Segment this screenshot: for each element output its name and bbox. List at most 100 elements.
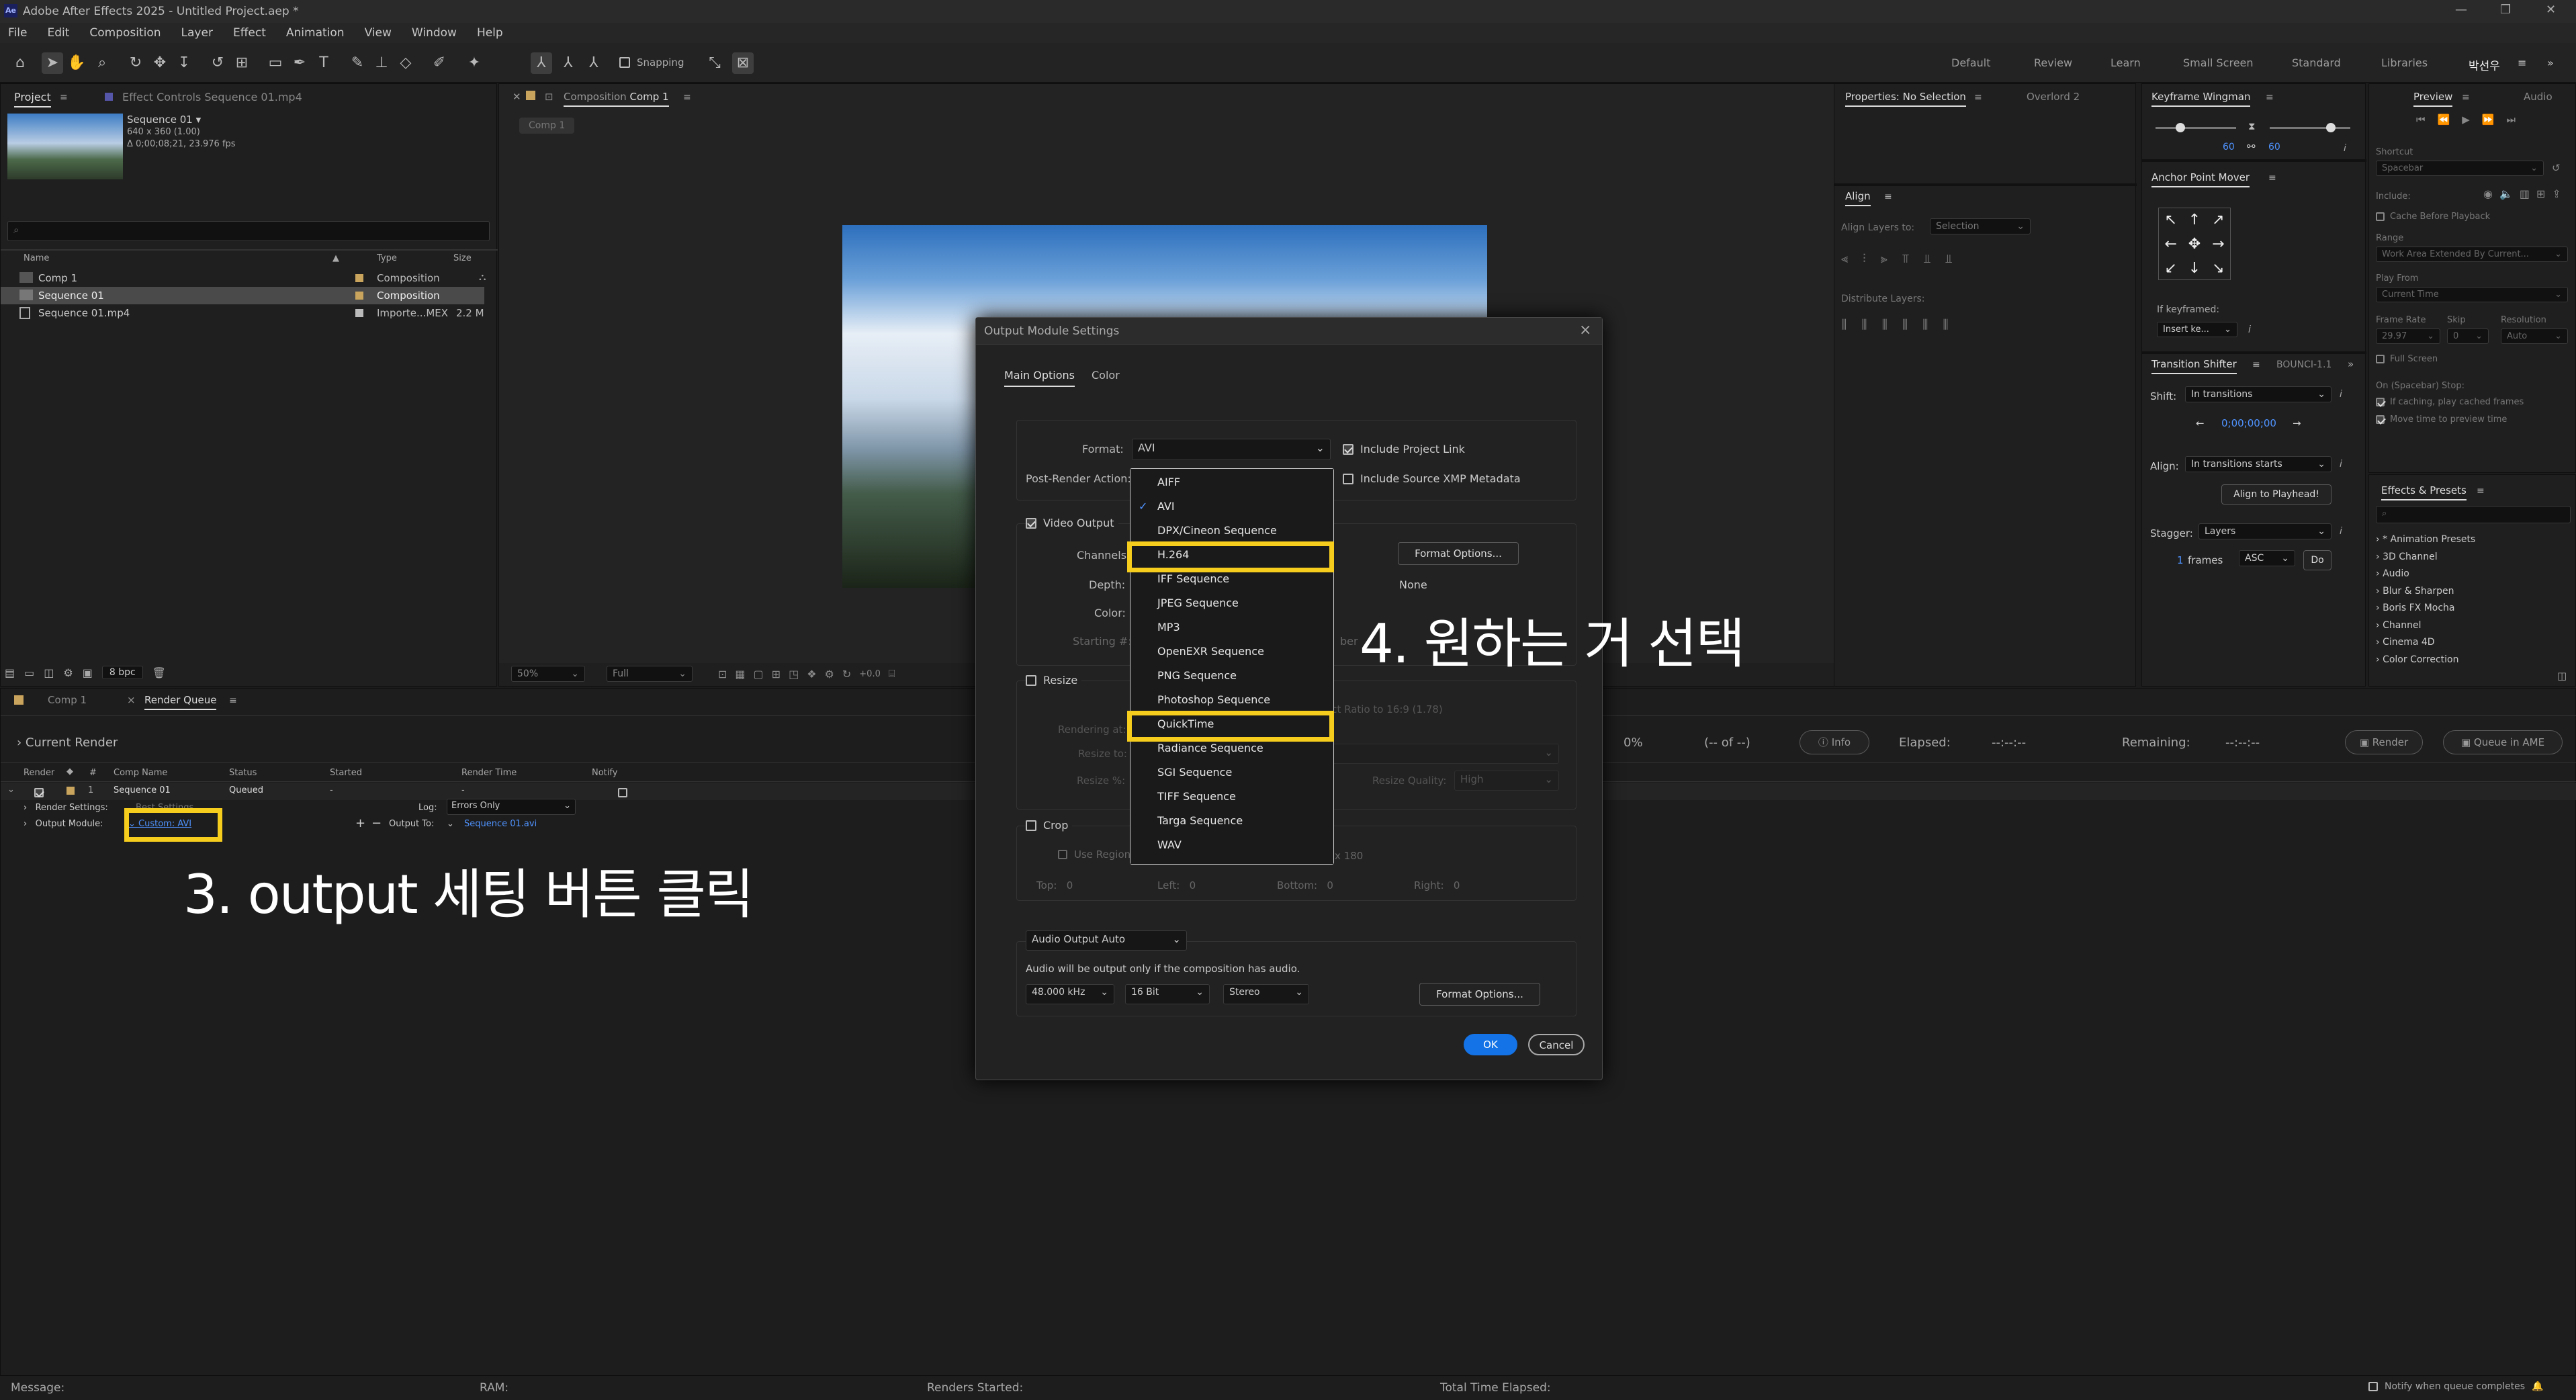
audio-include-icon[interactable]: 🔈 xyxy=(2499,187,2513,200)
anchor-top-icon[interactable]: ↑ xyxy=(2182,208,2206,232)
menu-effect[interactable]: Effect xyxy=(233,26,266,40)
render-queue-menu-icon[interactable]: ≡ xyxy=(229,695,237,706)
last-frame-icon[interactable]: ⏭ xyxy=(2506,114,2516,126)
skip-dropdown[interactable]: 0 ⌄ xyxy=(2447,329,2489,344)
dist-hcenter-icon[interactable]: ⫼ xyxy=(1922,318,1928,332)
axis-world-icon[interactable]: ⅄ xyxy=(558,52,579,74)
stagger-frames-value[interactable]: 1 xyxy=(2177,554,2184,566)
quality-dropdown[interactable]: Full ⌄ xyxy=(607,666,693,682)
effects-item[interactable]: › * Animation Presets xyxy=(2376,531,2475,549)
new-folder-icon[interactable]: ◫ xyxy=(2557,670,2567,682)
region-of-interest-icon[interactable]: ⊡ xyxy=(718,668,727,681)
rq-col-status[interactable]: Status xyxy=(229,768,257,778)
current-render-header[interactable]: › Current Render xyxy=(17,736,118,750)
guides-icon[interactable]: ⊞ xyxy=(772,668,781,681)
rq-col-render-time[interactable]: Render Time xyxy=(461,768,517,778)
anchor-tool-icon[interactable]: ⊞ xyxy=(231,52,253,74)
tab-color[interactable]: Color xyxy=(1092,369,1120,382)
ease-in-value[interactable]: 60 xyxy=(2223,142,2235,152)
cancel-button[interactable]: Cancel xyxy=(1528,1034,1585,1055)
rq-col-num[interactable]: # xyxy=(89,768,97,778)
full-screen-row[interactable]: Full Screen xyxy=(2376,354,2438,364)
eraser-tool-icon[interactable]: ◇ xyxy=(395,52,416,74)
selection-tool-icon[interactable]: ➤ xyxy=(42,52,63,74)
format-option-selected[interactable]: AVI xyxy=(1157,500,1175,513)
rq-col-notify[interactable]: Notify xyxy=(592,768,617,778)
workspace-default[interactable]: Default xyxy=(1951,56,1990,69)
anchor-top-right-icon[interactable]: ↗ xyxy=(2207,208,2230,232)
row-label-color[interactable] xyxy=(66,787,75,795)
anchor-bottom-right-icon[interactable]: ↘ xyxy=(2207,257,2230,281)
dist-left-icon[interactable]: ⫼ xyxy=(1902,318,1908,332)
format-option[interactable]: JPEG Sequence xyxy=(1157,597,1239,609)
format-option[interactable]: DPX/Cineon Sequence xyxy=(1157,524,1277,537)
video-format-options-button[interactable]: Format Options... xyxy=(1398,542,1519,565)
workspace-libraries[interactable]: Libraries xyxy=(2381,56,2428,69)
project-menu-icon[interactable]: ≡ xyxy=(60,92,68,103)
workspace-learn[interactable]: Learn xyxy=(2111,56,2141,69)
first-frame-icon[interactable]: ⏮ xyxy=(2416,114,2426,126)
add-output-icon[interactable]: + xyxy=(355,816,365,830)
channel-icon[interactable]: ❖ xyxy=(807,668,816,681)
time-prev-icon[interactable]: ← xyxy=(2196,417,2205,429)
info-icon[interactable]: 𝑖 xyxy=(2344,142,2346,154)
include-xmp-row[interactable]: Include Source XMP Metadata xyxy=(1343,472,1521,485)
maximize-icon[interactable]: ❐ xyxy=(2500,3,2511,17)
format-dropdown[interactable]: AVI ⌄ xyxy=(1132,439,1331,460)
align-vcenter-icon[interactable]: ⫫ xyxy=(1924,252,1930,266)
align-selection-dropdown[interactable]: Selection ⌄ xyxy=(1930,218,2031,234)
do-button[interactable]: Do xyxy=(2303,550,2331,570)
tab-effects-presets[interactable]: Effects & Presets xyxy=(2381,484,2467,500)
stagger-info-icon[interactable]: 𝑖 xyxy=(2340,525,2342,537)
adjust-icon[interactable]: ⚙ xyxy=(63,666,73,679)
shift-dropdown[interactable]: In transitions ⌄ xyxy=(2185,386,2331,402)
new-folder-icon[interactable]: ▭ xyxy=(24,666,34,679)
camera-icon[interactable]: ⌸ xyxy=(889,667,895,681)
shortcut-dropdown[interactable]: Spacebar ⌄ xyxy=(2376,161,2544,176)
time-next-icon[interactable]: → xyxy=(2293,417,2301,429)
resize-to-dropdown[interactable]: ⌄ xyxy=(1331,744,1559,764)
tab-properties[interactable]: Properties: No Selection xyxy=(1845,91,1966,107)
expand-icon[interactable]: ⌄ xyxy=(7,785,15,795)
render-checkbox[interactable] xyxy=(34,787,44,797)
effects-item[interactable]: › Blur & Sharpen xyxy=(2376,583,2475,601)
workspace-review[interactable]: Review xyxy=(2034,56,2072,69)
resize-quality-dropdown[interactable]: High ⌄ xyxy=(1454,771,1559,791)
prev-frame-icon[interactable]: ⏪ xyxy=(2438,114,2450,126)
align-info-icon[interactable]: 𝑖 xyxy=(2340,457,2342,470)
move-time-row[interactable]: Move time to preview time xyxy=(2376,414,2507,425)
format-option[interactable]: IFF Sequence xyxy=(1157,572,1229,585)
tab-effect-controls[interactable]: Effect Controls Sequence 01.mp4 xyxy=(105,91,302,103)
output-to-dropdown-icon[interactable]: ⌄ xyxy=(447,819,454,829)
dialog-close-icon[interactable]: × xyxy=(1579,322,1591,339)
shift-time-value[interactable]: 0;00;00;00 xyxy=(2221,417,2276,429)
effects-item[interactable]: › 3D Channel xyxy=(2376,549,2475,566)
project-item[interactable]: Comp 1 Composition ⛬ xyxy=(1,269,498,287)
interpret-footage-icon[interactable]: ▤ xyxy=(5,666,15,679)
stagger-dropdown[interactable]: Layers ⌄ xyxy=(2199,523,2331,539)
close-icon[interactable]: ✕ xyxy=(2546,3,2556,17)
shift-info-icon[interactable]: 𝑖 xyxy=(2340,388,2342,400)
log-dropdown[interactable]: Errors Only ⌄ xyxy=(447,799,576,815)
pan-tool-icon[interactable]: ✥ xyxy=(149,52,171,74)
anchor-bottom-icon[interactable]: ↓ xyxy=(2182,257,2206,281)
tab-composition[interactable]: Composition Comp 1 xyxy=(564,91,669,107)
home-icon[interactable]: ⌂ xyxy=(9,52,31,74)
next-frame-icon[interactable]: ⏩ xyxy=(2482,114,2495,126)
project-search-input[interactable]: ⌕ xyxy=(7,221,490,241)
lock-icon[interactable]: ⊡ xyxy=(545,91,553,103)
ok-button[interactable]: OK xyxy=(1464,1034,1517,1055)
format-option[interactable]: OpenEXR Sequence xyxy=(1157,645,1264,658)
wingman-menu-icon[interactable]: ≡ xyxy=(2266,92,2274,103)
workspace-small-screen[interactable]: Small Screen xyxy=(2183,56,2254,69)
thumb-name[interactable]: Sequence 01 ▾ xyxy=(127,114,201,126)
hand-tool-icon[interactable]: ✋ xyxy=(66,52,87,74)
rq-col-started[interactable]: Started xyxy=(330,768,362,778)
transparency-grid-icon[interactable]: ▦ xyxy=(735,668,745,681)
render-settings-toggle[interactable]: › Render Settings: xyxy=(24,803,108,813)
rectangle-tool-icon[interactable]: ▭ xyxy=(265,52,286,74)
ease-in-slider[interactable] xyxy=(2156,123,2236,132)
dist-vcenter-icon[interactable]: ⫼ xyxy=(1861,318,1867,332)
align-hcenter-icon[interactable]: ⫶ xyxy=(1863,252,1866,266)
snap-grid-icon[interactable]: ⊠ xyxy=(732,52,754,74)
